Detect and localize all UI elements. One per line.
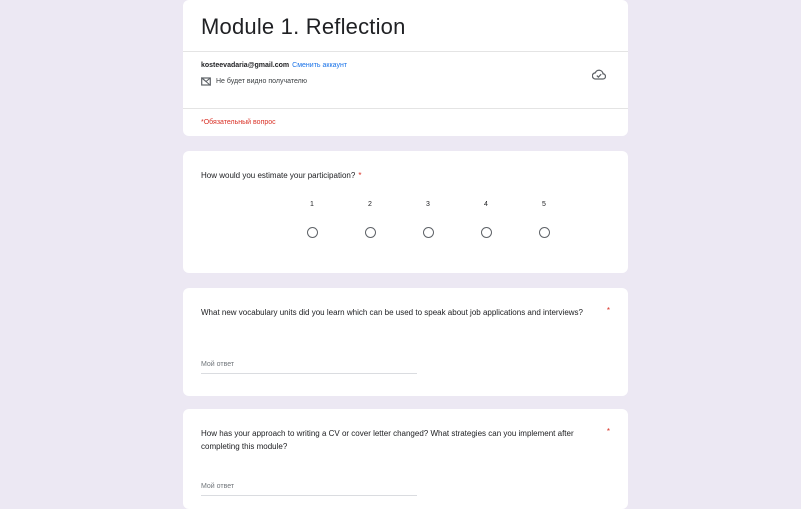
scale-option-5: 5 xyxy=(515,201,573,238)
no-email-icon xyxy=(201,77,211,86)
switch-account-link[interactable]: Сменить аккаунт xyxy=(292,62,347,69)
form-header-card: Module 1. Reflection kosteevadaria@gmail… xyxy=(183,0,628,136)
no-email-notice: Не будет видно получателю xyxy=(201,77,608,86)
question-text: What new vocabulary units did you learn … xyxy=(201,308,584,317)
form-title: Module 1. Reflection xyxy=(201,14,406,39)
scale-label: 4 xyxy=(484,201,488,208)
scale-label: 2 xyxy=(368,201,372,208)
radio-button[interactable] xyxy=(422,227,434,238)
scale-option-3: 3 xyxy=(399,201,457,238)
radio-button[interactable] xyxy=(364,227,376,238)
radio-button[interactable] xyxy=(538,227,550,238)
question-card-vocabulary: What new vocabulary units did you learn … xyxy=(183,288,628,396)
account-email: kosteevadaria@gmail.com xyxy=(201,62,290,69)
title-row: Module 1. Reflection xyxy=(183,0,628,52)
linear-scale: 1 2 3 4 5 xyxy=(283,201,573,238)
cloud-check-icon xyxy=(592,69,606,80)
required-note: *Обязательный вопрос xyxy=(201,119,276,126)
account-line: kosteevadaria@gmail.com Сменить аккаунт xyxy=(201,62,608,69)
scale-label: 3 xyxy=(426,201,430,208)
account-row: kosteevadaria@gmail.com Сменить аккаунт Н… xyxy=(183,52,628,109)
scale-label: 5 xyxy=(542,201,546,208)
answer-input[interactable]: Мой ответ xyxy=(201,361,417,374)
question-label: How would you estimate your participatio… xyxy=(201,171,356,180)
radio-button[interactable] xyxy=(480,227,492,238)
scale-option-2: 2 xyxy=(341,201,399,238)
scale-option-1: 1 xyxy=(283,201,341,238)
scale-label: 1 xyxy=(310,201,314,208)
question-card-cv-approach: How has your approach to writing a CV or… xyxy=(183,409,628,509)
question-card-participation: How would you estimate your participatio… xyxy=(183,151,628,273)
question-text: How has your approach to writing a CV or… xyxy=(201,429,574,451)
no-email-text: Не будет видно получателю xyxy=(216,78,307,85)
required-star: * xyxy=(606,306,610,315)
answer-input[interactable]: Мой ответ xyxy=(201,483,417,496)
required-star: * xyxy=(606,427,610,436)
required-star: * xyxy=(358,171,362,180)
radio-button[interactable] xyxy=(306,227,318,238)
scale-option-4: 4 xyxy=(457,201,515,238)
question-text: How would you estimate your participatio… xyxy=(201,169,591,182)
